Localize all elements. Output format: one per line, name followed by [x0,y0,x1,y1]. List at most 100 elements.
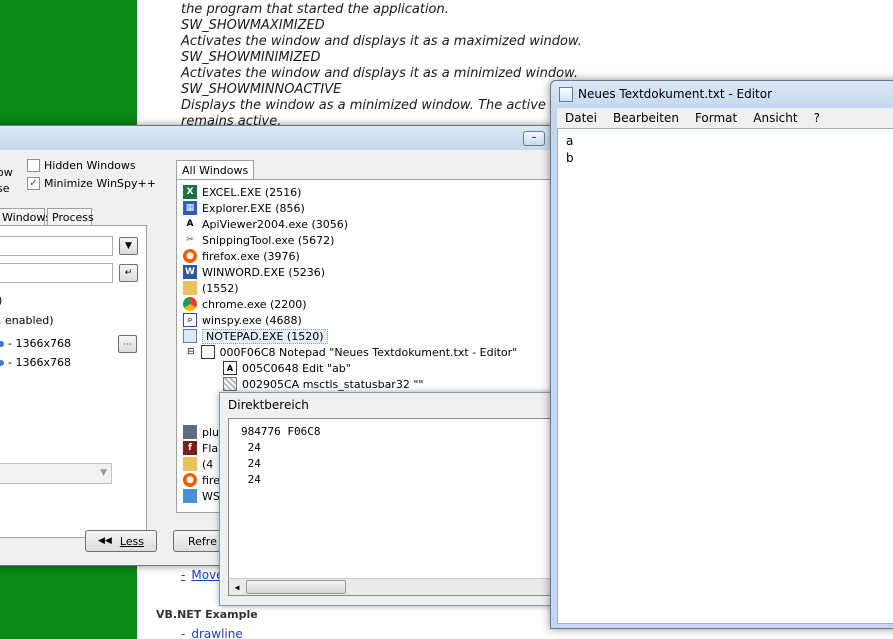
dot-icon [0,341,4,347]
menu-format[interactable]: Format [687,111,745,125]
checkbox-icon[interactable] [27,159,40,172]
class-input[interactable] [0,236,113,256]
statusbar-icon [223,377,237,391]
resolution-1: - 1366x768 [0,337,71,350]
direktbereich-window: Direktbereich 984776 F06C8 24 24 24 ◀ [219,392,559,606]
doc-link-move[interactable]: - Move [181,568,224,582]
doc-link-drawline[interactable]: - drawline [181,627,243,639]
checkmark-icon[interactable]: ✓ [27,177,40,190]
enter-button[interactable]: ↵ [119,264,138,282]
info-enabled: , enabled) [0,314,54,327]
tree-child-status-label: 002905CA msctls_statusbar32 "" [242,377,424,391]
tree-item-label: WS [202,489,220,503]
tree-item[interactable]: plu [183,424,219,440]
notepad-titlebar[interactable]: Neues Textdokument.txt - Editor [551,81,893,107]
double-left-arrow-icon: ◀◀ [97,536,112,546]
ellipsis-button[interactable]: ··· [118,335,137,353]
minimize-button[interactable]: – [523,131,545,146]
tree-item[interactable]: f Fla [183,440,218,456]
menu-datei[interactable]: Datei [557,111,605,125]
tree-child-window[interactable]: ⊟ 000F06C8 Notepad "Neues Textdokument.tx… [187,344,517,360]
triangle-down-icon: ▼ [125,241,132,251]
hidden-windows-checkbox[interactable]: Hidden Windows [27,159,136,172]
horizontal-scrollbar[interactable]: ◀ [229,578,557,595]
tree-item-label: ApiViewer2004.exe (3056) [202,217,349,231]
immediate-editor[interactable]: 984776 F06C8 24 24 24 ◀ [228,418,558,596]
notepad-window: Neues Textdokument.txt - Editor Datei Be… [550,80,893,629]
text-line: b [566,151,574,165]
tree-item[interactable]: X EXCEL.EXE (2516) [183,184,301,200]
notepad-text-area[interactable]: a b [557,128,893,624]
menu-ansicht[interactable]: Ansicht [745,111,805,125]
apiviewer-icon: A [186,219,194,229]
resolution-2: - 1366x768 [0,356,71,369]
doc-line: SW_SHOWMINIMIZED [181,50,321,65]
collapse-icon[interactable]: ⊟ [187,347,195,357]
tree-item[interactable]: A ApiViewer2004.exe (3056) [183,216,349,232]
chrome-icon [183,297,197,311]
info-paren: ) [0,294,2,307]
tree-item[interactable]: ✂ SnippingTool.exe (5672) [183,232,334,248]
tree-child-window-label: 000F06C8 Notepad "Neues Textdokument.txt… [219,345,518,359]
text-line: a [566,134,574,148]
tree-item-label: WINWORD.EXE (5236) [202,265,326,279]
tree-item[interactable]: W WINWORD.EXE (5236) [183,264,325,280]
left-label-1: ow [0,166,13,179]
notepad-icon [559,86,573,102]
resolution-2-text: - 1366x768 [8,356,71,369]
word-icon: W [183,265,197,279]
menu-bearbeiten[interactable]: Bearbeiten [605,111,687,125]
left-label-2: se [0,182,10,195]
minimize-winspy-checkbox[interactable]: ✓ Minimize WinSpy++ [27,177,156,190]
tree-item-label: firefox.exe (3976) [202,249,300,263]
notepad-menubar: Datei Bearbeiten Format Ansicht ? [557,108,893,128]
minimize-label: Minimize WinSpy++ [44,177,156,190]
app-icon [183,489,197,503]
notepad-icon [183,329,197,343]
tab-windows[interactable]: Windows [0,208,51,226]
tree-item-label: (1552) [202,281,239,295]
properties-panel: ▼ ↵ ) , enabled) - 1366x768 - 1366x768 ·… [0,225,147,538]
winspy-icon: ⌕ [183,313,197,327]
tree-item[interactable]: WS [183,488,220,504]
tree-item[interactable]: chrome.exe (2200) [183,296,307,312]
disabled-combo[interactable]: ▼ [0,463,112,484]
tree-item[interactable]: ⌕ winspy.exe (4688) [183,312,302,328]
handle-input[interactable] [0,263,113,283]
menu-help[interactable]: ? [806,111,828,125]
direktbereich-titlebar[interactable]: Direktbereich [220,393,558,417]
tree-child-edit[interactable]: A 005C0648 Edit "ab" [223,360,351,376]
direktbereich-title: Direktbereich [228,398,309,412]
plugin-icon [183,425,197,439]
tree-item[interactable]: (4 [183,456,213,472]
tree-item-label: winspy.exe (4688) [202,313,302,327]
doc-heading-vbnet: VB.NET Example [156,608,258,621]
firefox-icon: ● [183,249,197,263]
tree-item-label: Fla [202,441,219,455]
doc-line: Displays the window as a minimized windo… [181,98,546,113]
tab-process[interactable]: Process [47,208,94,226]
tree-item-label: SnippingTool.exe (5672) [202,233,335,247]
enter-arrow-icon: ↵ [124,268,133,278]
snipping-tool-icon: ✂ [186,235,194,245]
tree-child-status[interactable]: 002905CA msctls_statusbar32 "" [223,376,423,392]
output-line: 24 [241,441,261,454]
tree-item[interactable]: (1552) [183,280,239,296]
chevron-down-icon: ▼ [100,468,107,478]
doc-link-drawline-text[interactable]: drawline [191,627,242,639]
scroll-left-icon[interactable]: ◀ [229,579,245,595]
less-button[interactable]: ◀◀ Less [85,530,157,552]
hidden-windows-label: Hidden Windows [44,159,136,172]
dot-icon [0,360,4,366]
tree-item-selected[interactable]: NOTEPAD.EXE (1520) [183,328,328,344]
folder-icon [183,457,197,471]
tree-item[interactable]: ● firefox.exe (3976) [183,248,300,264]
doc-line: SW_SHOWMINNOACTIVE [181,82,342,97]
tree-item[interactable]: ● fire [183,472,220,488]
dropdown-button[interactable]: ▼ [119,237,138,255]
tree-item[interactable]: ▦ Explorer.EXE (856) [183,200,305,216]
firefox-icon: ● [183,473,197,487]
tab-all-windows[interactable]: All Windows [176,160,255,180]
tree-item-label: NOTEPAD.EXE (1520) [202,328,328,344]
scroll-thumb[interactable] [246,580,346,594]
